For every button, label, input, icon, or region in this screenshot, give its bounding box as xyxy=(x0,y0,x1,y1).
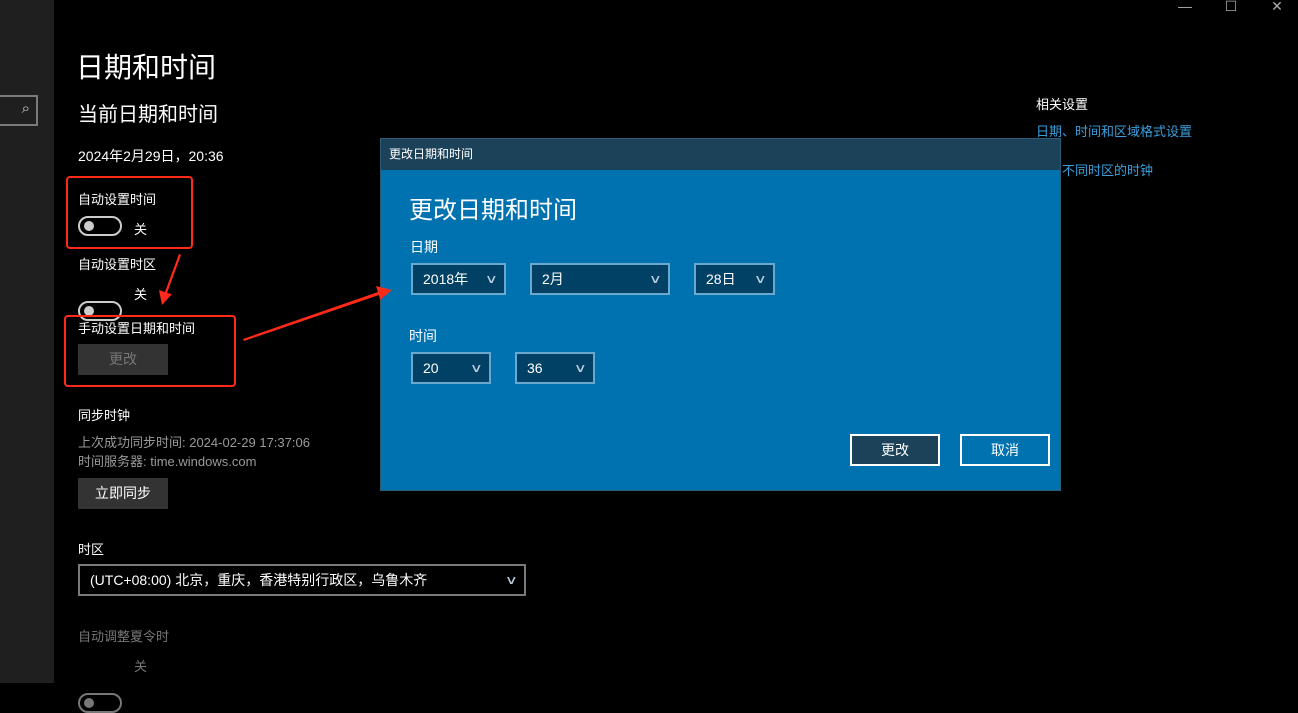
highlight-box-manual xyxy=(64,315,236,387)
highlight-box-auto-time xyxy=(66,176,193,249)
arrow-icon xyxy=(159,254,181,305)
dst-toggle xyxy=(78,693,122,713)
annotation-overlay xyxy=(64,176,392,387)
arrow-icon xyxy=(243,286,392,341)
